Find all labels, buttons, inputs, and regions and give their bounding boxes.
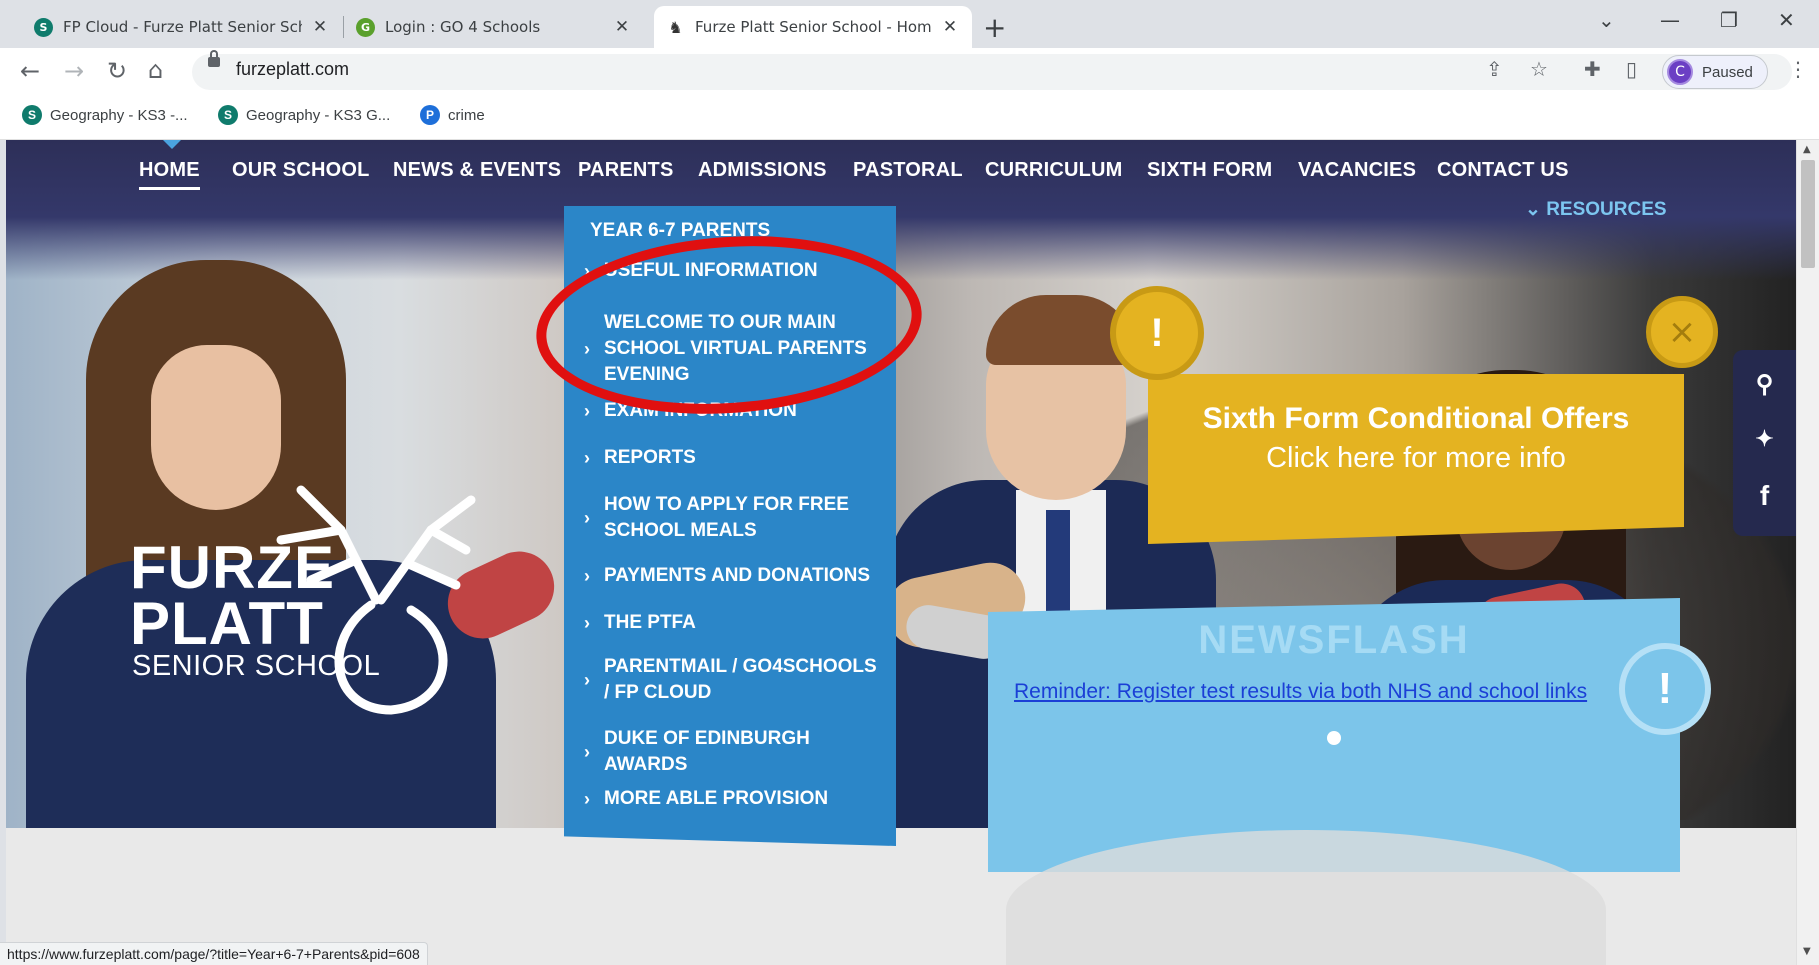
dropdown-item-more-able-provision[interactable]: › MORE ABLE PROVISION: [584, 786, 890, 812]
sixth-form-subtitle[interactable]: Click here for more info: [1166, 442, 1666, 475]
nav-pastoral[interactable]: PASTORAL: [853, 140, 963, 200]
nav-admissions[interactable]: ADMISSIONS: [698, 140, 827, 200]
facebook-icon[interactable]: f: [1733, 480, 1796, 512]
scrollbar-thumb[interactable]: [1801, 160, 1815, 268]
sharepoint-icon: S: [22, 105, 42, 125]
back-icon[interactable]: ←: [20, 57, 40, 85]
chevron-right-icon: ›: [584, 613, 590, 633]
bookmark-label: crime: [448, 106, 485, 124]
resources-link[interactable]: ⌄ RESOURCES: [1525, 198, 1667, 221]
bookmark-label: Geography - KS3 -...: [50, 106, 188, 124]
minimize-icon[interactable]: —: [1660, 8, 1680, 32]
lock-icon[interactable]: [208, 50, 220, 67]
tab-furze-platt-home[interactable]: ♞ Furze Platt Senior School - Home ✕: [654, 6, 972, 48]
sixth-form-title[interactable]: Sixth Form Conditional Offers: [1166, 402, 1666, 436]
url-text[interactable]: furzeplatt.com: [236, 59, 349, 80]
chevron-right-icon: ›: [584, 789, 590, 809]
tab-go4schools[interactable]: G Login : GO 4 Schools ✕: [344, 6, 644, 48]
nav-sixth-form[interactable]: SIXTH FORM: [1147, 140, 1272, 200]
bookmark-crime[interactable]: P crime: [420, 105, 485, 125]
newsflash-link[interactable]: Reminder: Register test results via both…: [1014, 680, 1587, 704]
site-navigation: HOME OUR SCHOOL NEWS & EVENTS PARENTS AD…: [6, 140, 1796, 200]
sharepoint-icon: S: [218, 105, 238, 125]
tab-search-icon[interactable]: ⌄: [1598, 8, 1615, 32]
address-bar[interactable]: [192, 54, 1792, 90]
status-url: https://www.furzeplatt.com/page/?title=Y…: [0, 942, 428, 965]
new-tab-button[interactable]: +: [983, 11, 1006, 44]
avatar: C: [1667, 59, 1693, 85]
sharepoint-icon: S: [34, 17, 53, 37]
profile-status: Paused: [1702, 63, 1753, 81]
side-panel-icon[interactable]: ▯: [1626, 57, 1637, 81]
pinterest-icon: P: [420, 105, 440, 125]
chevron-right-icon: ›: [584, 401, 590, 421]
extensions-icon[interactable]: ✚: [1584, 57, 1601, 81]
page-scrollbar[interactable]: ▲ ▼: [1796, 140, 1819, 965]
scroll-down-icon[interactable]: ▼: [1803, 946, 1811, 957]
carousel-dot[interactable]: [1327, 731, 1341, 745]
chevron-right-icon: ›: [584, 742, 590, 762]
tab-strip: S FP Cloud - Furze Platt Senior Sch ✕ G …: [0, 0, 1819, 48]
tab-title: FP Cloud - Furze Platt Senior Sch: [63, 18, 302, 36]
search-icon[interactable]: ⚲: [1733, 370, 1796, 399]
tab-fp-cloud[interactable]: S FP Cloud - Furze Platt Senior Sch ✕: [22, 6, 342, 48]
close-icon[interactable]: ✕: [940, 17, 960, 37]
stag-logo-icon: [276, 485, 476, 715]
bookmark-geography-2[interactable]: S Geography - KS3 G...: [218, 105, 390, 125]
page-viewport: FURZE PLATT SENIOR SCHOOL HOME OUR SCHOO…: [6, 140, 1796, 965]
nav-parents[interactable]: PARENTS: [578, 140, 673, 200]
dropdown-item-payments-donations[interactable]: › PAYMENTS AND DONATIONS: [584, 563, 890, 589]
dropdown-item-duke-of-edinburgh[interactable]: › DUKE OF EDINBURGH AWARDS: [584, 726, 890, 778]
nav-home[interactable]: HOME: [139, 140, 200, 190]
reload-icon[interactable]: ↻: [107, 57, 127, 85]
newsflash-alert-icon: !: [1619, 643, 1711, 735]
dropdown-item-free-school-meals[interactable]: › HOW TO APPLY FOR FREE SCHOOL MEALS: [584, 492, 890, 544]
dropdown-item-parentmail[interactable]: › PARENTMAIL / GO4SCHOOLS / FP CLOUD: [584, 654, 890, 706]
alert-icon: !: [1110, 286, 1204, 380]
close-icon[interactable]: ✕: [310, 17, 330, 37]
chevron-right-icon: ›: [584, 670, 590, 690]
chevron-down-icon: ⌄: [1525, 199, 1547, 220]
social-sidebar: ⚲ ✦ f: [1733, 350, 1796, 536]
popup-close-icon[interactable]: ×: [1646, 296, 1718, 368]
bookmark-geography-1[interactable]: S Geography - KS3 -...: [22, 105, 188, 125]
chevron-right-icon: ›: [584, 566, 590, 586]
tab-title: Login : GO 4 Schools: [385, 18, 541, 36]
nav-vacancies[interactable]: VACANCIES: [1298, 140, 1416, 200]
share-icon[interactable]: ⇪: [1486, 57, 1503, 81]
scroll-up-icon[interactable]: ▲: [1803, 144, 1811, 155]
tab-title: Furze Platt Senior School - Home: [695, 18, 932, 36]
profile-button[interactable]: C Paused: [1662, 55, 1768, 89]
menu-icon[interactable]: ⋮: [1788, 57, 1808, 81]
dropdown-item-reports[interactable]: › REPORTS: [584, 445, 890, 471]
forward-icon[interactable]: →: [64, 57, 84, 85]
nav-contact-us[interactable]: CONTACT US: [1437, 140, 1569, 200]
bookmark-label: Geography - KS3 G...: [246, 106, 391, 124]
newsflash-title: NEWSFLASH: [1198, 618, 1470, 662]
home-icon[interactable]: ⌂: [148, 56, 163, 84]
stag-icon: ♞: [666, 17, 685, 37]
go4schools-icon: G: [356, 17, 375, 37]
chevron-right-icon: ›: [584, 448, 590, 468]
window-close-icon[interactable]: ✕: [1778, 8, 1795, 32]
resources-label: RESOURCES: [1546, 199, 1667, 220]
twitter-icon[interactable]: ✦: [1733, 426, 1796, 452]
nav-news-events[interactable]: NEWS & EVENTS: [393, 140, 561, 200]
nav-curriculum[interactable]: CURRICULUM: [985, 140, 1123, 200]
nav-our-school[interactable]: OUR SCHOOL: [232, 140, 370, 200]
close-icon[interactable]: ✕: [612, 17, 632, 37]
chevron-right-icon: ›: [584, 508, 590, 528]
bookmark-star-icon[interactable]: ☆: [1530, 57, 1548, 81]
restore-icon[interactable]: ❐: [1720, 8, 1738, 32]
dropdown-item-ptfa[interactable]: › THE PTFA: [584, 610, 890, 636]
